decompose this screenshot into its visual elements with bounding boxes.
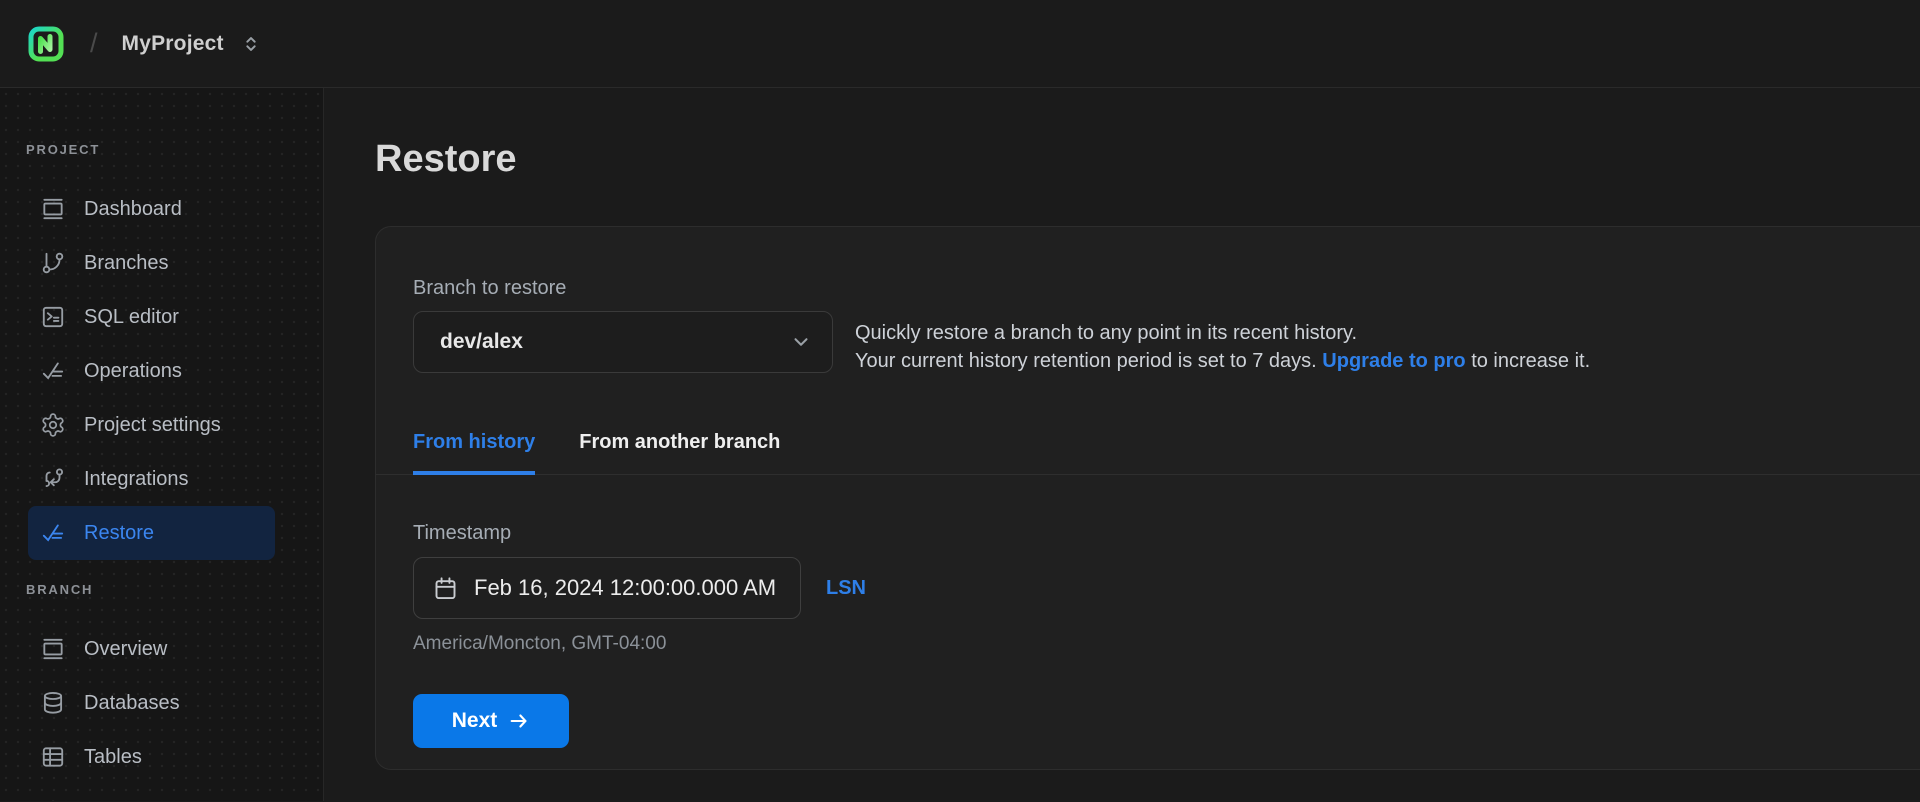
next-button-label: Next [451,709,498,732]
git-branch-icon [40,250,66,276]
chevron-down-icon [794,338,808,346]
description-line2-prefix: Your current history retention period is… [855,350,1323,372]
neon-logo[interactable] [28,26,64,62]
sidebar-item-label: Project settings [84,413,221,436]
timezone-text: America/Moncton, GMT-04:00 [413,633,667,654]
main-content: Restore Branch to restore dev/alex Quick… [324,88,1920,801]
branch-select[interactable]: dev/alex [413,311,833,373]
sidebar-item-operations[interactable]: Operations [28,344,275,398]
sidebar-item-databases[interactable]: Databases [28,676,275,730]
sidebar-item-label: Branches [84,251,169,274]
restore-card: Branch to restore dev/alex Quickly resto… [375,226,1920,770]
tab-from-history[interactable]: From history [413,428,536,475]
sidebar-item-sql-editor[interactable]: SQL editor [28,290,275,344]
sidebar-section-branch: BRANCH [26,582,94,597]
topbar: / MyProject [0,0,1920,88]
sidebar-item-label: Overview [84,637,168,660]
arrow-right-icon [510,714,527,728]
git-compare-arrows-icon [40,466,66,492]
restore-tabs: From history From another branch [376,428,1920,475]
branch-select-label: Branch to restore [413,277,567,299]
check-list-icon [40,520,66,546]
gear-icon [40,412,66,438]
sidebar-item-restore[interactable]: Restore [28,506,275,560]
sidebar-item-label: Integrations [84,467,189,490]
timestamp-label: Timestamp [413,522,512,544]
sidebar-item-label: Tables [84,745,142,768]
sidebar-item-label: Databases [84,691,180,714]
calendar-icon [435,576,456,599]
timestamp-value: Feb 16, 2024 12:00:00.000 AM [474,575,777,600]
sidebar-item-integrations[interactable]: Integrations [28,452,275,506]
sidebar-item-label: SQL editor [84,305,179,328]
branch-select-value: dev/alex [440,330,523,353]
sidebar-item-label: Dashboard [84,197,182,220]
breadcrumb-divider: / [90,28,98,58]
description-line2-suffix: to increase it. [1465,350,1591,372]
app-window-icon [40,636,66,662]
next-button[interactable]: Next [413,694,569,748]
sidebar-item-overview[interactable]: Overview [28,622,275,676]
upgrade-to-pro-link[interactable]: Upgrade to pro [1322,350,1465,372]
lsn-link[interactable]: LSN [826,577,866,600]
sidebar-item-label: Restore [84,521,155,544]
timestamp-input[interactable]: Feb 16, 2024 12:00:00.000 AM [413,557,801,619]
page-title: Restore [375,138,517,180]
chevrons-up-down-icon[interactable] [240,33,262,55]
app-window-icon [40,196,66,222]
description-line1: Quickly restore a branch to any point in… [855,322,1358,344]
restore-description: Quickly restore a branch to any point in… [855,319,1590,375]
sidebar-item-branches[interactable]: Branches [28,236,275,290]
breadcrumb-project-name: MyProject [121,31,224,55]
user-icon [40,798,66,801]
sidebar-item-label: Operations [84,359,182,382]
sidebar-item-partial[interactable] [28,784,275,801]
sidebar-section-project: PROJECT [26,142,101,157]
terminal-square-icon [40,304,66,330]
sidebar-item-tables[interactable]: Tables [28,730,275,784]
database-icon [40,690,66,716]
sidebar-item-project-settings[interactable]: Project settings [28,398,275,452]
sidebar-item-dashboard[interactable]: Dashboard [28,182,275,236]
table-icon [40,744,66,770]
tab-from-another-branch[interactable]: From another branch [579,428,780,475]
sidebar: PROJECT Dashboard Branches SQL editor Op… [0,88,324,801]
check-list-icon [40,358,66,384]
